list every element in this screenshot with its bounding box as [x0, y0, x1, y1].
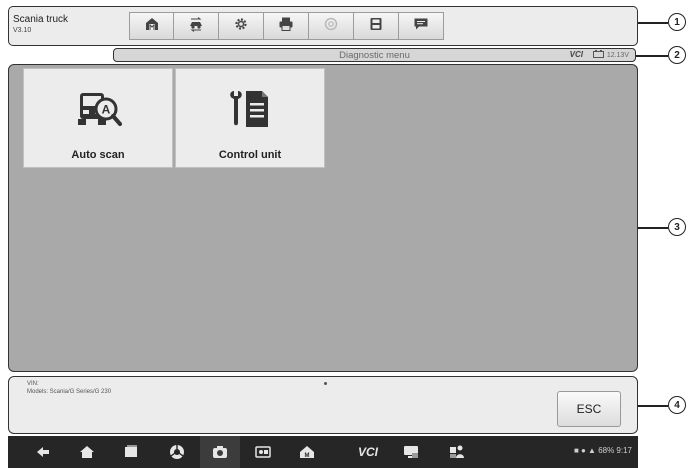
remote-desk-icon[interactable] — [402, 443, 420, 461]
system-navigation-bar: M VCI ■ ● ▲ 68% 9:17 — [8, 436, 638, 468]
vehicle-title: Scania truck — [13, 14, 69, 25]
android-home-icon[interactable] — [78, 443, 96, 461]
auto-scan-icon: A — [24, 87, 172, 131]
function-area: A Auto scan Control unit — [8, 64, 638, 372]
svg-text:A: A — [102, 103, 111, 117]
callout-leader-2 — [636, 55, 668, 57]
settings-button[interactable] — [219, 12, 264, 40]
battery-icon — [592, 50, 605, 60]
vci-indicator: VCI — [569, 50, 583, 59]
control-unit-icon — [176, 87, 324, 131]
page-indicator-dot — [324, 382, 327, 385]
settings-icon — [233, 16, 249, 37]
status-icons: ■ ● ▲ — [573, 446, 599, 455]
help-button[interactable] — [309, 12, 354, 40]
print-icon — [278, 16, 294, 37]
svg-text:M: M — [305, 453, 310, 459]
battery-voltage-value: 12.13V — [606, 51, 629, 59]
maxisys-home-icon[interactable]: M — [298, 443, 316, 461]
print-button[interactable] — [264, 12, 309, 40]
data-logging-button[interactable] — [399, 12, 444, 40]
status-bar: Diagnostic menu VCI 12.13V — [113, 48, 636, 62]
system-status: ■ ● ▲ 68% 9:17 — [574, 446, 632, 455]
vci-status[interactable]: VCI — [358, 445, 378, 459]
callout-3: 3 — [668, 218, 686, 236]
toolbar — [129, 12, 444, 40]
software-version: V3.10 — [13, 27, 32, 34]
vehicle-info-footer: VIN: Models: Scania/G Series/G 230 ESC — [8, 376, 638, 434]
browser-icon[interactable] — [168, 443, 186, 461]
auto-scan-tile[interactable]: A Auto scan — [23, 68, 173, 168]
camera-icon[interactable] — [211, 443, 229, 461]
data-logging-icon — [413, 16, 429, 37]
help-icon — [323, 16, 339, 37]
home-button[interactable] — [129, 12, 174, 40]
recent-apps-icon[interactable] — [122, 443, 140, 461]
esc-button[interactable]: ESC — [557, 391, 621, 427]
battery-and-time: 68% 9:17 — [598, 446, 632, 455]
vehicle-swap-icon — [188, 16, 204, 37]
callout-leader-1 — [638, 22, 668, 24]
menu-title: Diagnostic menu — [339, 50, 410, 61]
callout-4: 4 — [668, 396, 686, 414]
back-icon[interactable] — [34, 443, 52, 461]
battery-voltage: 12.13V — [592, 50, 629, 60]
vehicle-swap-button[interactable] — [174, 12, 219, 40]
header-panel: Scania truck V3.10 — [8, 6, 638, 46]
save-icon — [368, 16, 384, 37]
support-icon[interactable] — [448, 443, 466, 461]
display-settings-icon[interactable] — [254, 443, 272, 461]
save-button[interactable] — [354, 12, 399, 40]
control-unit-label: Control unit — [218, 149, 282, 161]
vin-label: VIN: — [27, 381, 39, 387]
callout-2: 2 — [668, 46, 686, 64]
callout-1: 1 — [668, 13, 686, 31]
home-icon — [144, 16, 160, 37]
callout-leader-3 — [638, 227, 668, 229]
vehicle-models: Models: Scania/G Series/G 230 — [27, 389, 112, 395]
control-unit-tile[interactable]: Control unit — [175, 68, 325, 168]
auto-scan-label: Auto scan — [71, 149, 125, 161]
callout-leader-4 — [638, 405, 668, 407]
